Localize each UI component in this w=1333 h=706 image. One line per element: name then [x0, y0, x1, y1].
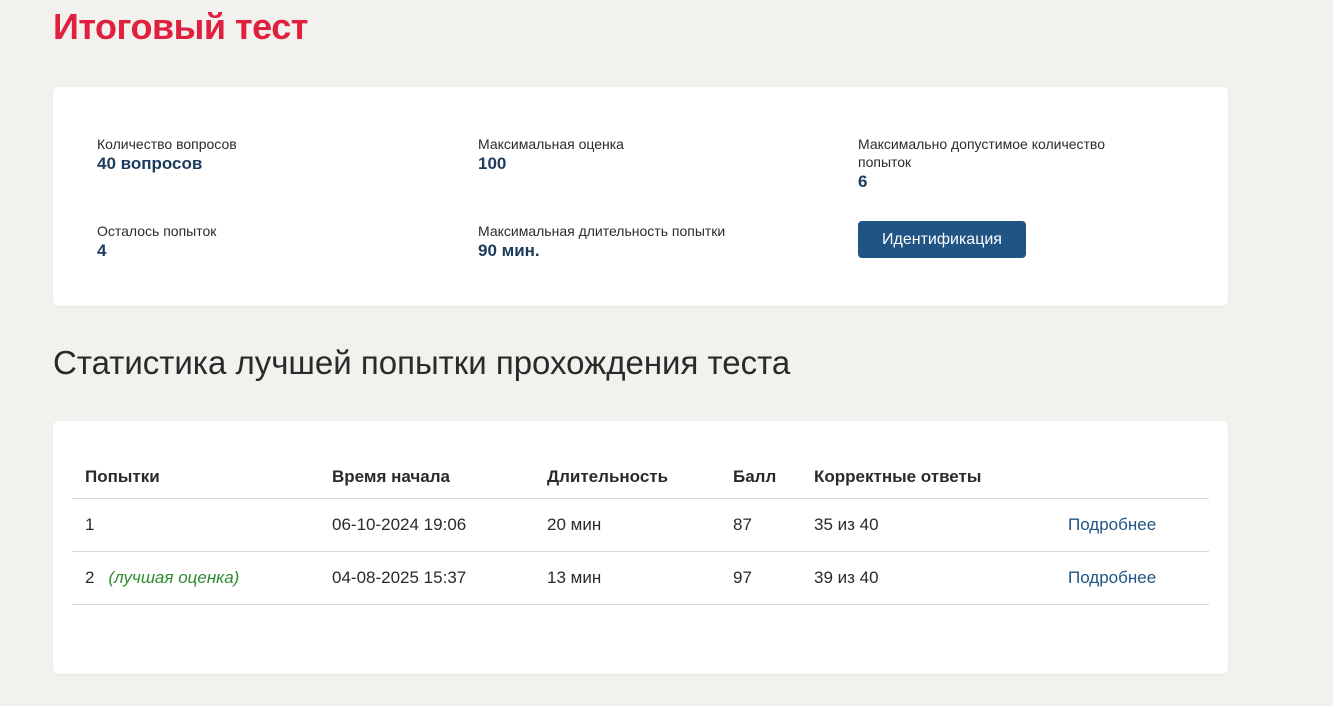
- column-header-duration: Длительность: [534, 457, 720, 499]
- stats-section-title: Статистика лучшей попытки прохождения те…: [53, 344, 791, 381]
- max-score: Максимальная оценка 100: [478, 135, 808, 175]
- column-header-attempts: Попытки: [72, 457, 319, 499]
- questions-count: Количество вопросов 40 вопросов: [97, 135, 427, 175]
- max-duration: Максимальная длительность попытки 90 мин…: [478, 222, 808, 262]
- identification-button[interactable]: Идентификация: [858, 221, 1026, 258]
- score-cell: 97: [720, 551, 801, 605]
- max-attempts: Максимально допустимое количество попыто…: [858, 135, 1148, 193]
- table-row: 2 (лучшая оценка) 04-08-2025 15:37 13 мин…: [72, 551, 1209, 605]
- max-attempts-label: Максимально допустимое количество попыто…: [858, 136, 1105, 170]
- attempts-table: Попытки Время начала Длительность Балл К…: [72, 457, 1209, 605]
- details-cell: Подробнее: [1055, 551, 1209, 605]
- column-header-correct-answers: Корректные ответы: [801, 457, 1055, 499]
- attempt-number: 1: [85, 514, 95, 534]
- max-duration-value: 90 мин.: [478, 241, 540, 260]
- attempt-cell: 2 (лучшая оценка): [72, 551, 319, 605]
- table-row: 1 06-10-2024 19:06 20 мин 87 35 из 40 По…: [72, 498, 1209, 552]
- max-duration-label: Максимальная длительность попытки: [478, 223, 726, 239]
- details-cell: Подробнее: [1055, 498, 1209, 552]
- max-score-value: 100: [478, 154, 507, 173]
- max-score-label: Максимальная оценка: [478, 136, 624, 152]
- stats-card: Попытки Время начала Длительность Балл К…: [53, 421, 1228, 674]
- column-header-actions: [1055, 457, 1209, 499]
- table-header-row: Попытки Время начала Длительность Балл К…: [72, 457, 1209, 499]
- remaining-attempts-label: Осталось попыток: [97, 223, 217, 239]
- duration-cell: 13 мин: [534, 551, 720, 605]
- questions-count-label: Количество вопросов: [97, 136, 237, 152]
- max-attempts-value: 6: [858, 172, 868, 191]
- remaining-attempts: Осталось попыток 4: [97, 222, 427, 262]
- remaining-attempts-value: 4: [97, 241, 107, 260]
- attempt-cell: 1: [72, 498, 319, 552]
- start-time-cell: 06-10-2024 19:06: [319, 498, 534, 552]
- correct-answers-cell: 35 из 40: [801, 498, 1055, 552]
- attempt-number: 2: [85, 567, 95, 587]
- duration-cell: 20 мин: [534, 498, 720, 552]
- details-link[interactable]: Подробнее: [1068, 568, 1156, 587]
- score-cell: 87: [720, 498, 801, 552]
- column-header-start-time: Время начала: [319, 457, 534, 499]
- start-time-cell: 04-08-2025 15:37: [319, 551, 534, 605]
- details-link[interactable]: Подробнее: [1068, 515, 1156, 534]
- correct-answers-cell: 39 из 40: [801, 551, 1055, 605]
- column-header-score: Балл: [720, 457, 801, 499]
- page-title: Итоговый тест: [53, 6, 308, 47]
- questions-count-value: 40 вопросов: [97, 154, 203, 173]
- test-info-card: Количество вопросов 40 вопросов Максимал…: [53, 87, 1228, 306]
- best-score-note: (лучшая оценка): [108, 567, 240, 587]
